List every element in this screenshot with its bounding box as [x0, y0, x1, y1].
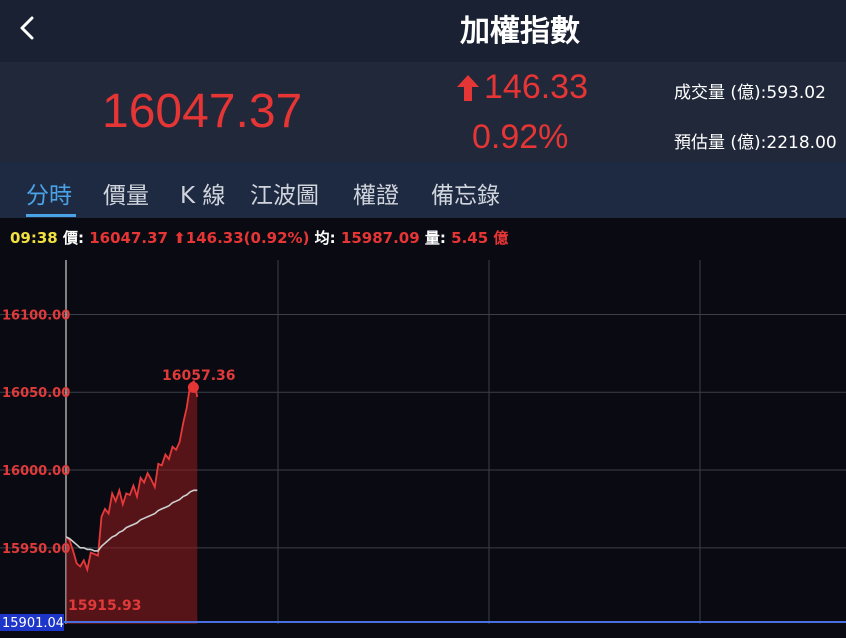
info-volume-label: 量: — [424, 229, 446, 247]
info-bar: 09:38 價: 16047.37 ⬆146.33(0.92%) 均: 1598… — [10, 227, 508, 248]
quote-panel: 16047.37 146.33 0.92% 成交量 (億):593.02 預估量… — [0, 62, 846, 162]
price-area — [66, 381, 198, 624]
volume-row: 成交量 (億):593.02 — [674, 78, 826, 103]
tab-jiangbo[interactable]: 江波圖 — [250, 176, 319, 210]
info-avg-label: 均: — [314, 229, 336, 247]
tab-candlestick[interactable]: K 線 — [180, 176, 225, 210]
info-avg: 15987.09 — [340, 229, 420, 247]
baseline-label: 15901.04 — [2, 616, 64, 631]
estimated-volume-row: 預估量 (億):2218.00 — [674, 128, 837, 153]
info-time: 09:38 — [10, 229, 58, 247]
tab-intraday[interactable]: 分時 — [26, 176, 72, 210]
info-price-label: 價: — [62, 229, 84, 247]
tab-warrants[interactable]: 權證 — [353, 176, 399, 210]
y-tick-label: 16050.00 — [2, 386, 70, 401]
price-change-value: 146.33 — [484, 68, 588, 106]
tab-memo[interactable]: 備忘錄 — [431, 176, 500, 210]
up-arrow-icon — [457, 74, 479, 101]
active-tab-indicator — [26, 214, 76, 217]
info-volume: 5.45 億 — [451, 229, 509, 247]
info-price: 16047.37 — [89, 229, 168, 247]
price-change: 146.33 — [456, 68, 588, 107]
low-price-label: 15915.93 — [68, 598, 142, 614]
index-price: 16047.37 — [102, 85, 303, 138]
intraday-chart[interactable]: 15901.04 16100.00 16050.00 16000.00 15950.00… — [0, 250, 846, 638]
high-price-label: 16057.36 — [162, 368, 236, 384]
y-tick-label: 16000.00 — [2, 464, 70, 479]
estimated-volume-value: 2218.00 — [766, 133, 837, 153]
tab-price-volume[interactable]: 價量 — [103, 176, 149, 210]
y-tick-label: 15950.00 — [2, 542, 70, 557]
estimated-volume-label: 預估量 (億): — [674, 133, 767, 153]
header-bar: 加權指數 — [0, 0, 846, 62]
info-change: 146.33(0.92%) — [185, 229, 310, 247]
volume-value: 593.02 — [766, 83, 826, 103]
tab-bar: 分時 價量 K 線 江波圖 權證 備忘錄 — [0, 162, 846, 218]
info-up-arrow-icon: ⬆ — [173, 229, 186, 247]
y-tick-label: 16100.00 — [2, 308, 70, 323]
page-title: 加權指數 — [460, 14, 580, 49]
price-change-percent: 0.92% — [472, 118, 569, 156]
volume-label: 成交量 (億): — [674, 83, 767, 103]
